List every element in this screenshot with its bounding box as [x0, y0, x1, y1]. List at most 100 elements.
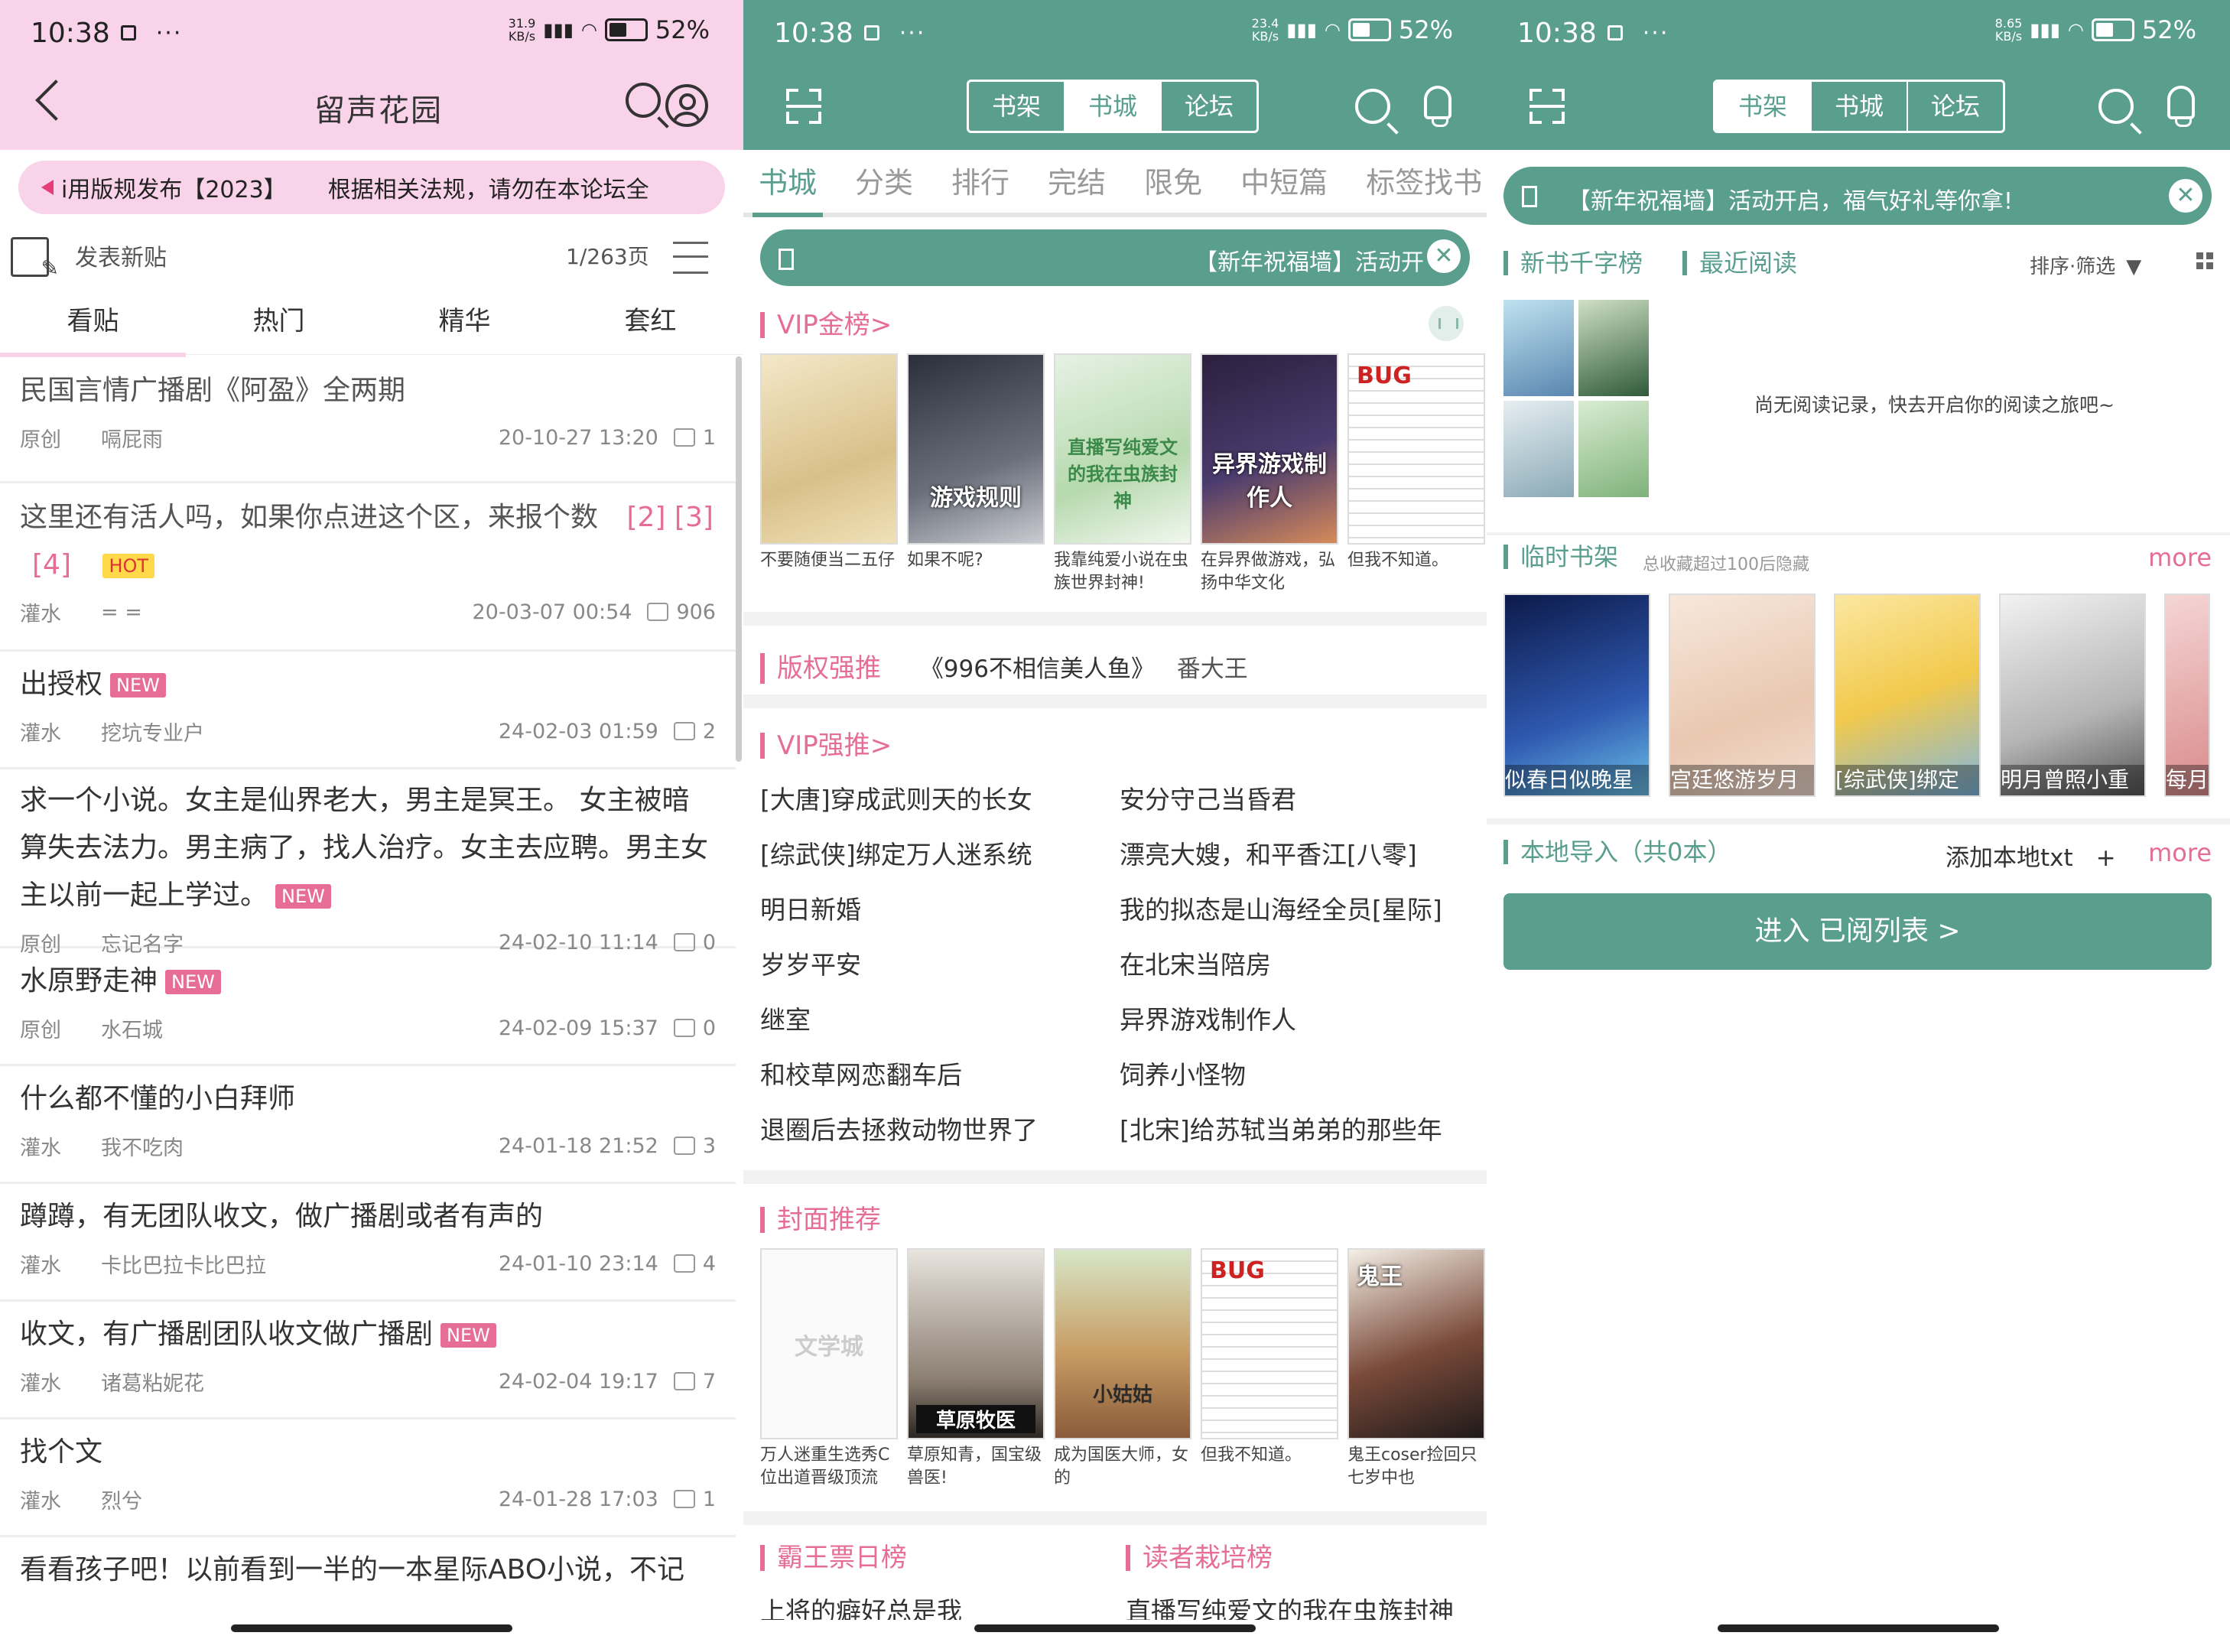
book-link[interactable]: [综武侠]绑定万人迷系统 — [760, 828, 1120, 883]
new-post-icon[interactable] — [11, 237, 59, 281]
book-link[interactable]: 直播写纯爱文的我在虫族封神 — [1126, 1591, 1477, 1621]
notice-banner[interactable]: 【新年祝福墙】活动开 ✕ — [760, 229, 1470, 286]
chart-icon[interactable] — [1429, 306, 1464, 341]
section-cover-recommend[interactable]: 封面推荐 — [760, 1207, 881, 1233]
sort-filter-button[interactable]: 排序·筛选 ▼ — [2030, 251, 2141, 279]
close-icon[interactable]: ✕ — [2169, 179, 2202, 213]
tab-view-posts[interactable]: 看贴 — [0, 294, 186, 357]
more-link[interactable]: more — [2148, 838, 2212, 867]
book-link[interactable]: 漂亮大嫂，和平香江[八零] — [1120, 828, 1471, 883]
battery-percent: 52% — [2141, 15, 2196, 44]
book-card[interactable]: 宫廷悠游岁月 — [1669, 593, 1816, 797]
tab-forum[interactable]: 论坛 — [1908, 82, 2003, 131]
tab-highlighted[interactable]: 套红 — [558, 294, 743, 354]
close-icon[interactable]: ✕ — [1427, 239, 1461, 273]
search-icon[interactable] — [2098, 89, 2134, 124]
notice-banner[interactable]: 【新年祝福墙】活动开启，福气好礼等你拿! ✕ — [1503, 167, 2212, 225]
book-link[interactable]: 和校草网恋翻车后 — [760, 1048, 1120, 1103]
book-card[interactable]: 草原牧医 草原知青，国宝级兽医! — [907, 1248, 1045, 1490]
post-item[interactable]: 收文，有广播剧团队收文做广播剧 NEW 灌水 诸葛粘妮花 24-02-04 19:… — [0, 1302, 736, 1419]
book-card[interactable]: 直播写纯爱文的我在虫族封神 我靠纯爱小说在虫族世界封神! — [1054, 353, 1191, 595]
book-link[interactable]: 明日新婚 — [760, 883, 1120, 938]
book-card[interactable]: 每月 — [2164, 593, 2210, 797]
page-link[interactable]: [4] — [32, 549, 71, 580]
tab-bookshelf[interactable]: 书架 — [1715, 82, 1812, 131]
scrollbar[interactable] — [736, 356, 742, 762]
book-link[interactable]: 我的拟态是山海经全员[星际] — [1120, 883, 1471, 938]
post-item[interactable]: 看看孩子吧！以前看到一半的一本星际ABO小说，不记 — [0, 1537, 736, 1598]
book-card[interactable]: BUG 但我不知道。 — [1201, 1248, 1338, 1490]
add-local-txt-button[interactable]: 添加本地txt + — [1946, 838, 2116, 873]
tab-hot[interactable]: 热门 — [186, 294, 372, 354]
book-link[interactable]: 继室 — [760, 993, 1120, 1048]
tab-ranking[interactable]: 排行 — [951, 153, 1009, 213]
post-item[interactable]: 民国言情广播剧《阿盈》全两期 原创 嗝屁雨 20-10-27 13:20 1 — [0, 356, 736, 483]
book-card[interactable]: 小姑姑 成为国医大师，女的 — [1054, 1248, 1191, 1490]
book-link[interactable]: 在北宋当陪房 — [1120, 938, 1471, 993]
book-card[interactable]: 似春日似晚星 — [1503, 593, 1650, 797]
tab-new-books[interactable]: 新书千字榜 — [1503, 251, 1643, 275]
post-item[interactable]: 找个文 灌水 烈兮 24-01-28 17:03 1 — [0, 1419, 736, 1537]
book-link[interactable]: 饲养小怪物 — [1120, 1048, 1471, 1103]
post-item[interactable]: 出授权 NEW 灌水 挖坑专业户 24-02-03 01:59 2 — [0, 652, 736, 769]
search-icon[interactable] — [1355, 89, 1390, 124]
post-item[interactable]: 水原野走神 NEW 原创 水石城 24-02-09 15:37 0 — [0, 948, 736, 1066]
book-card[interactable]: 游戏规则 如果不呢? — [907, 353, 1045, 595]
section-daily-tickets[interactable]: 霸王票日榜 — [760, 1545, 907, 1571]
battery-icon — [604, 18, 648, 41]
tab-recent-reading[interactable]: 最近阅读 — [1682, 251, 1797, 275]
section-vip-gold[interactable]: VIP金榜> — [760, 312, 892, 338]
enter-read-list-button[interactable]: 进入 已阅列表 > — [1503, 893, 2212, 970]
section-reader-picks[interactable]: 读者栽培榜 — [1126, 1545, 1273, 1571]
home-indicator[interactable] — [231, 1624, 512, 1632]
notice-banner[interactable]: i用版规发布【2023】 根据相关法规，请勿在本论坛全 — [18, 161, 725, 214]
tab-bookstore[interactable]: 书城 — [1812, 82, 1908, 131]
post-item[interactable]: 蹲蹲，有无团队收文，做广播剧或者有声的 灌水 卡比巴拉卡比巴拉 24-01-10… — [0, 1184, 736, 1302]
book-card[interactable]: 文学城 万人迷重生选秀C位出道晋级顶流 — [760, 1248, 898, 1490]
tab-forum[interactable]: 论坛 — [1162, 82, 1256, 131]
page-link[interactable]: [3] — [675, 502, 714, 533]
post-item[interactable]: 什么都不懂的小白拜师 灌水 我不吃肉 24-01-18 21:52 3 — [0, 1066, 736, 1184]
tab-featured[interactable]: 精华 — [372, 294, 558, 354]
book-link[interactable]: 上将的癖好总是我 — [760, 1591, 962, 1621]
new-post-button[interactable]: 发表新贴 — [75, 239, 167, 272]
tab-short[interactable]: 中短篇 — [1240, 153, 1328, 213]
tab-category[interactable]: 分类 — [855, 153, 913, 213]
bell-icon[interactable] — [1424, 86, 1451, 127]
copyright-recommend[interactable]: 版权强推 《996不相信美人鱼》 番大王 — [760, 647, 1248, 685]
book-link[interactable]: [大唐]穿成武则天的长女 — [760, 772, 1120, 828]
book-link[interactable]: 异界游戏制作人 — [1120, 993, 1471, 1048]
scan-icon[interactable] — [786, 89, 821, 124]
tab-tag-search[interactable]: 标签找书 — [1366, 153, 1482, 213]
tab-bookstore[interactable]: 书城 — [1065, 82, 1162, 131]
hot-badge: HOT — [102, 554, 155, 578]
tab-free[interactable]: 限免 — [1144, 153, 1202, 213]
book-link[interactable]: 安分守己当昏君 — [1120, 772, 1471, 828]
tab-bookshelf[interactable]: 书架 — [969, 82, 1065, 131]
plus-icon: + — [2095, 844, 2116, 872]
book-card[interactable]: [综武侠]绑定 — [1834, 593, 1981, 797]
scan-icon[interactable] — [1529, 89, 1565, 124]
menu-icon[interactable] — [673, 242, 708, 274]
book-link[interactable]: [北宋]给苏轼当弟弟的那些年 — [1120, 1103, 1471, 1158]
tab-completed[interactable]: 完结 — [1048, 153, 1106, 213]
post-item[interactable]: 求一个小说。女主是仙界老大，男主是冥王。 女主被暗算失去法力。男主病了，找人治疗… — [0, 769, 736, 957]
page-link[interactable]: [2] — [626, 502, 665, 533]
section-vip-strong[interactable]: VIP强推> — [760, 733, 892, 759]
more-link[interactable]: more — [2148, 543, 2212, 572]
book-card[interactable]: 不要随便当二五仔 — [760, 353, 898, 595]
home-indicator[interactable] — [1718, 1624, 1999, 1632]
book-card[interactable]: 异界游戏制作人 在异界做游戏，弘扬中华文化 — [1201, 353, 1338, 595]
home-indicator[interactable] — [974, 1624, 1256, 1632]
user-icon[interactable] — [665, 84, 708, 127]
book-card[interactable]: 鬼王 鬼王coser捡回只七岁中也 — [1347, 1248, 1485, 1490]
book-link[interactable]: 退圈后去拯救动物世界了 — [760, 1103, 1120, 1158]
tab-store[interactable]: 书城 — [752, 153, 824, 217]
book-link[interactable]: 岁岁平安 — [760, 938, 1120, 993]
book-card[interactable]: BUG 但我不知道。 — [1347, 353, 1485, 595]
bell-icon[interactable] — [2167, 86, 2195, 127]
book-card[interactable]: 明月曾照小重 — [1999, 593, 2146, 797]
search-icon[interactable] — [626, 83, 661, 118]
grid-view-icon[interactable] — [2196, 252, 2213, 269]
post-item[interactable]: 这里还有活人吗，如果你点进这个区，来报个数 [2] [3] [4] HOT 灌水… — [0, 483, 736, 652]
